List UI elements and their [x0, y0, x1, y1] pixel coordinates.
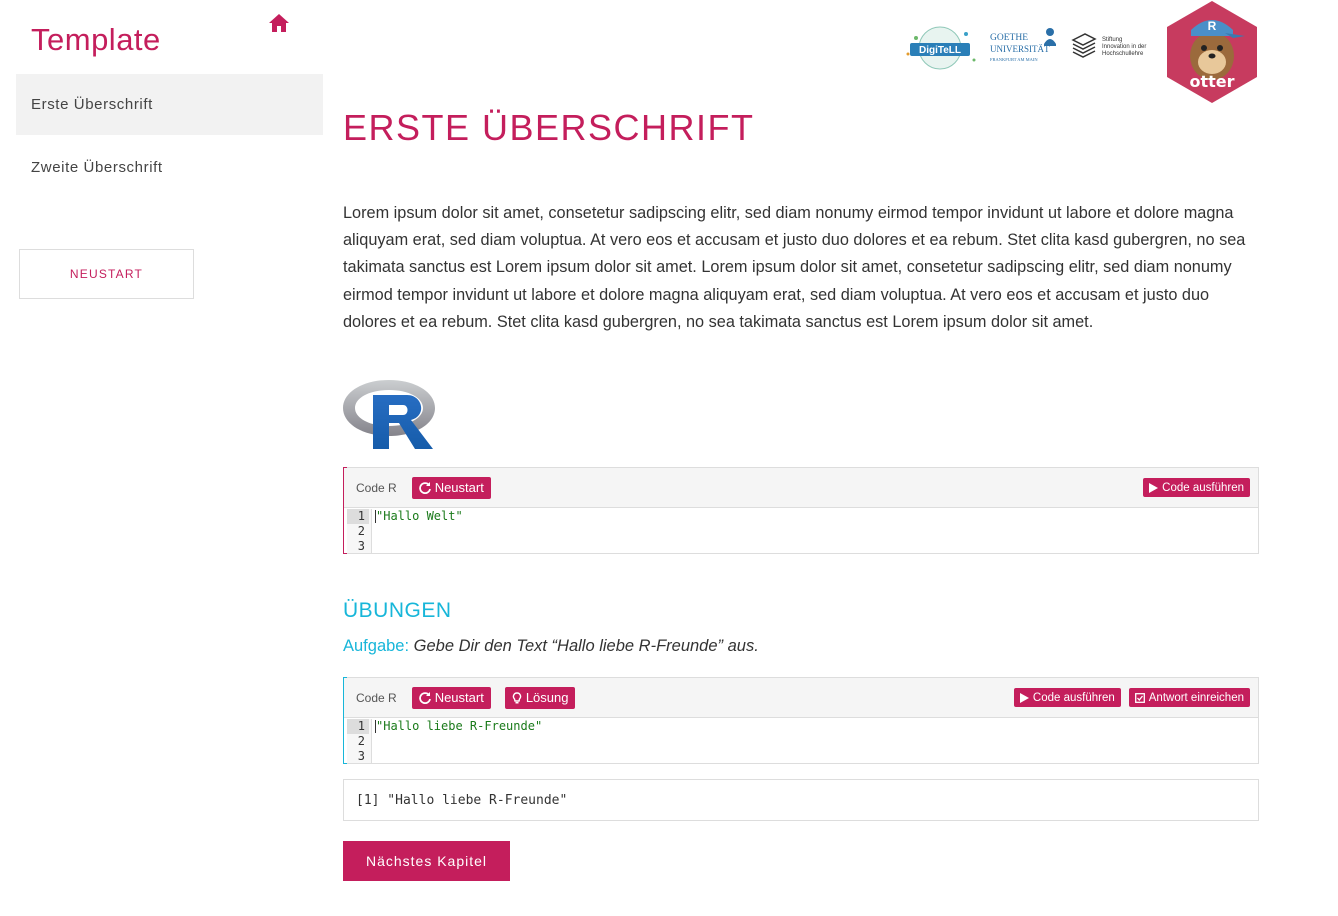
code-editor[interactable]: 1 2 3 "Hallo liebe R-Freunde": [344, 718, 1258, 763]
line-number: 1: [347, 719, 369, 734]
restart-code-button[interactable]: Neustart: [411, 476, 491, 499]
solution-button[interactable]: Lösung: [504, 686, 576, 709]
otter-text: otter: [1189, 72, 1234, 91]
code-exercise-1: Code R Neustart Code ausführen 1 2 3 "Ha…: [343, 467, 1259, 554]
play-icon: [1019, 692, 1029, 703]
stiftung-logo: Stiftung Innovation in der Hochschullehr…: [1071, 33, 1146, 58]
code-line: "Hallo liebe R-Freunde": [376, 719, 543, 733]
run-code-button[interactable]: Code ausführen: [1013, 688, 1121, 707]
code-line: "Hallo Welt": [376, 509, 463, 523]
task-description: Aufgabe: Gebe Dir den Text “Hallo liebe …: [343, 637, 759, 656]
exercise-header: Code R Neustart Lösung Code ausführen An…: [344, 678, 1258, 718]
line-number: 3: [357, 749, 365, 763]
otter-logo: R otter: [1167, 1, 1257, 103]
svg-text:UNIVERSITÄT: UNIVERSITÄT: [990, 44, 1050, 54]
exercise-label: Code R: [356, 480, 397, 495]
code-output: [1] "Hallo liebe R-Freunde": [343, 779, 1259, 821]
sidebar-item-erste-ueberschrift[interactable]: Erste Überschrift: [16, 74, 323, 135]
sidebar-item-label: Zweite Überschrift: [31, 159, 163, 176]
home-icon[interactable]: [268, 13, 290, 33]
lightbulb-icon: [512, 691, 522, 703]
task-label: Aufgabe:: [343, 637, 410, 655]
sidebar: Template Erste Überschrift Zweite Übersc…: [0, 0, 330, 916]
line-number: 2: [357, 734, 365, 748]
line-number: 1: [347, 509, 369, 524]
checkbox-icon: [1134, 692, 1145, 703]
submit-answer-button[interactable]: Antwort einreichen: [1128, 688, 1250, 707]
svg-text:Innovation in der: Innovation in der: [1102, 44, 1146, 50]
exercise-label: Code R: [356, 690, 397, 705]
svg-text:Stiftung: Stiftung: [1102, 37, 1122, 43]
app-title: Template: [31, 22, 161, 57]
sidebar-item-zweite-ueberschrift[interactable]: Zweite Überschrift: [16, 137, 323, 198]
line-number: 2: [357, 524, 365, 538]
restart-code-button[interactable]: Neustart: [411, 686, 491, 709]
refresh-icon: [418, 691, 431, 704]
svg-text:R: R: [1208, 19, 1217, 33]
svg-text:GOETHE: GOETHE: [990, 33, 1028, 43]
goethe-university-logo: GOETHE UNIVERSITÄT FRANKFURT AM MAIN: [990, 28, 1056, 62]
next-chapter-button[interactable]: Nächstes Kapitel: [343, 841, 510, 881]
run-code-button[interactable]: Code ausführen: [1143, 478, 1250, 497]
r-logo: [343, 380, 435, 449]
section-title: ÜBUNGEN: [343, 599, 452, 622]
body-paragraph: Lorem ipsum dolor sit amet, consetetur s…: [343, 204, 1246, 331]
digitell-logo: DigiTeLL: [906, 26, 976, 70]
restart-button[interactable]: NEUSTART: [19, 249, 194, 299]
code-editor[interactable]: 1 2 3 "Hallo Welt": [344, 508, 1258, 553]
task-text: Gebe Dir den Text “Hallo liebe R-Freunde…: [413, 637, 759, 655]
digitell-text: DigiTeLL: [919, 45, 961, 56]
svg-text:Hochschullehre: Hochschullehre: [1102, 51, 1144, 57]
line-number: 3: [357, 539, 365, 553]
play-icon: [1149, 482, 1159, 493]
svg-text:FRANKFURT AM MAIN: FRANKFURT AM MAIN: [990, 57, 1038, 62]
page-title: ERSTE ÜBERSCHRIFT: [343, 107, 755, 148]
refresh-icon: [418, 481, 431, 494]
exercise-header: Code R Neustart Code ausführen: [344, 468, 1258, 508]
sidebar-item-label: Erste Überschrift: [31, 96, 153, 113]
code-exercise-2: Code R Neustart Lösung Code ausführen An…: [343, 677, 1259, 764]
